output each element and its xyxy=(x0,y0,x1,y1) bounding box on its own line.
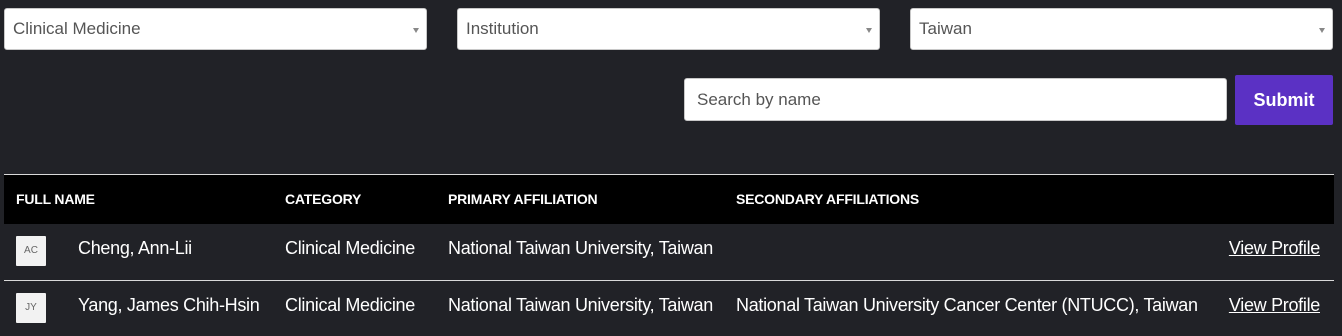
header-category: CATEGORY xyxy=(285,191,362,207)
avatar: JY xyxy=(16,293,46,323)
dropdown-arrow-icon xyxy=(413,28,419,33)
region-select[interactable]: Taiwan xyxy=(910,8,1333,50)
category: Clinical Medicine xyxy=(285,238,415,258)
view-profile-link[interactable]: View Profile xyxy=(1229,238,1320,259)
primary-affiliation: National Taiwan University, Taiwan xyxy=(448,295,713,315)
primary-affiliation: National Taiwan University, Taiwan xyxy=(448,238,713,258)
type-select-value: Institution xyxy=(466,19,539,38)
table-header: FULL NAME CATEGORY PRIMARY AFFILIATION S… xyxy=(4,174,1334,224)
full-name: Yang, James Chih-Hsin xyxy=(78,295,260,315)
table-row: AC Cheng, Ann-Lii Clinical Medicine Nati… xyxy=(4,224,1334,280)
header-secondary-affiliations: SECONDARY AFFILIATIONS xyxy=(736,191,920,207)
category-select[interactable]: Clinical Medicine xyxy=(4,8,427,50)
dropdown-arrow-icon xyxy=(1319,28,1325,33)
table-row: JY Yang, James Chih-Hsin Clinical Medici… xyxy=(4,280,1334,336)
results-table: FULL NAME CATEGORY PRIMARY AFFILIATION S… xyxy=(4,174,1334,336)
dropdown-arrow-icon xyxy=(866,28,872,33)
header-primary-affiliation: PRIMARY AFFILIATION xyxy=(448,191,598,207)
category-select-value: Clinical Medicine xyxy=(13,19,141,38)
submit-button[interactable]: Submit xyxy=(1235,75,1333,125)
category: Clinical Medicine xyxy=(285,295,415,315)
header-full-name: FULL NAME xyxy=(16,191,95,207)
full-name: Cheng, Ann-Lii xyxy=(78,238,192,258)
search-input[interactable] xyxy=(684,78,1227,121)
region-select-value: Taiwan xyxy=(919,19,972,38)
view-profile-link[interactable]: View Profile xyxy=(1229,295,1320,316)
avatar: AC xyxy=(16,236,46,266)
secondary-affiliations: National Taiwan University Cancer Center… xyxy=(736,295,1198,315)
type-select[interactable]: Institution xyxy=(457,8,880,50)
